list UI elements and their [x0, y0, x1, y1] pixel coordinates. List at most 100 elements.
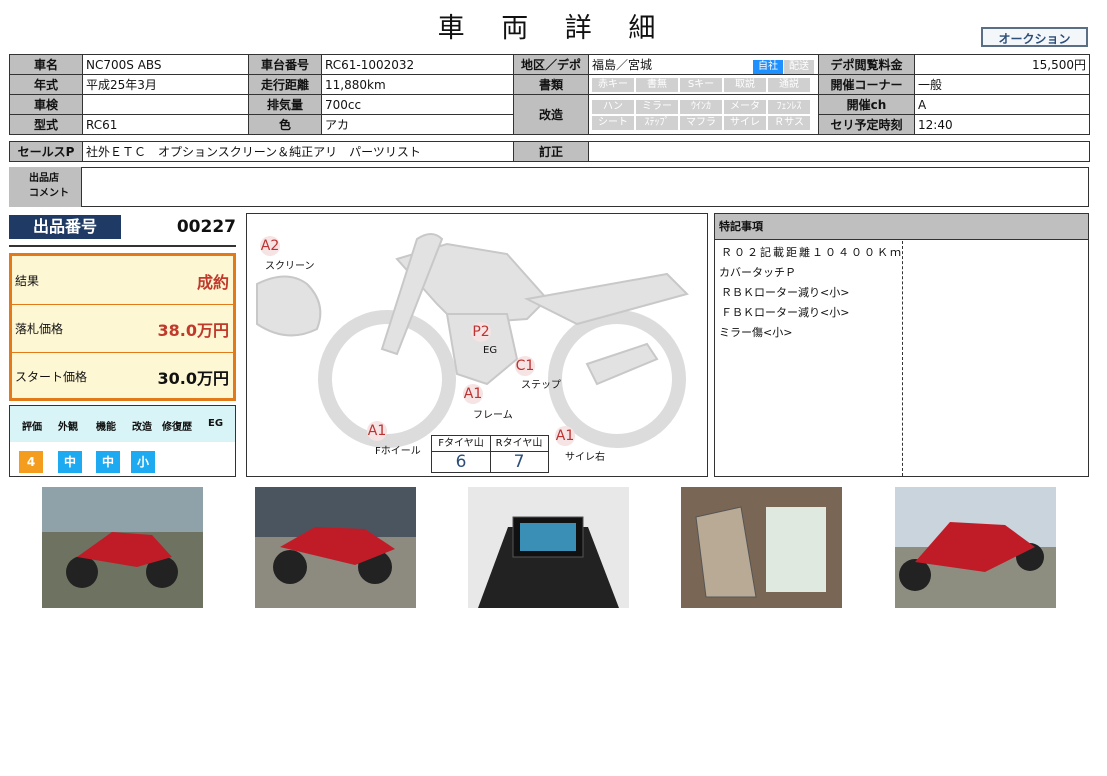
doc-badge: 通説 — [768, 77, 810, 92]
result-label: 結果 — [15, 274, 40, 288]
mods-label: 改造 — [513, 94, 589, 135]
damage-mark: A1 — [555, 426, 575, 446]
divider — [9, 245, 236, 247]
note-item: Ｒ０２記載距離１０４００Ｋｍ — [721, 246, 903, 259]
name-label: 車名 — [9, 54, 83, 75]
mileage-label: 走行距離 — [248, 74, 322, 95]
hammer-label: 落札価格 — [15, 322, 64, 336]
vehicle-photo[interactable] — [895, 487, 1056, 608]
evaluation-header: 評価 外観 機能 改造 修復歴 EG — [10, 406, 235, 442]
mod-badge: シート — [592, 115, 634, 130]
area-label: 地区／デポ — [513, 54, 589, 75]
evaluation-panel: 評価 外観 機能 改造 修復歴 EG 4 中 中 小 — [9, 405, 236, 477]
mod-badge: 小 — [131, 451, 155, 473]
sales-point-text: 社外ＥＴＣ オプションスクリーン＆純正アリ パーツリスト — [82, 141, 514, 162]
damage-label: スクリーン — [265, 261, 315, 272]
model-label: 型式 — [9, 114, 83, 135]
color-label: 色 — [248, 114, 322, 135]
damage-mark: C1 — [515, 356, 535, 376]
eval-header: 機能 — [96, 422, 116, 433]
lot-number-label: 出品番号 — [9, 215, 121, 239]
parts-photo[interactable] — [681, 487, 842, 608]
year-value: 平成25年3月 — [82, 74, 249, 95]
lot-number: 00227 — [176, 217, 236, 237]
mod-badge: ｳｲﾝｶ — [680, 99, 722, 114]
damage-mark: A2 — [260, 236, 280, 256]
channel-label: 開催ch — [818, 94, 915, 115]
spec-table: 車名 NC700S ABS 車台番号 RC61-1002032 地区／デポ 福島… — [9, 54, 1090, 135]
front-tire-label: Fタイヤ山 — [432, 436, 491, 452]
vehicle-photo[interactable] — [255, 487, 416, 608]
motorcycle-photo-icon — [42, 487, 203, 608]
sales-table: セールスP 社外ＥＴＣ オプションスクリーン＆純正アリ パーツリスト 訂正 — [9, 141, 1090, 162]
eval-header: EG — [208, 418, 224, 429]
displacement-label: 排気量 — [248, 94, 322, 115]
fee-value: 15,500円 — [914, 54, 1090, 75]
parts-photo-icon — [681, 487, 842, 608]
model-value: RC61 — [82, 114, 249, 135]
year-label: 年式 — [9, 74, 83, 95]
eval-header: 外観 — [58, 422, 78, 433]
mod-badge: メータ — [724, 99, 766, 114]
start-label: スタート価格 — [15, 370, 88, 384]
damage-label: EG — [483, 345, 498, 356]
eval-header: 修復歴 — [162, 422, 192, 433]
fee-label: デポ閲覧料金 — [818, 54, 915, 75]
mod-badge: ハン — [592, 99, 634, 114]
hammer-price: 38.0万円 — [157, 321, 229, 340]
corner-value: 一般 — [914, 74, 1090, 95]
note-item: ミラー傷<小> — [719, 326, 793, 339]
corner-label: 開催コーナー — [818, 74, 915, 95]
seller-comment-label: 出品店 コメント — [9, 167, 82, 207]
displacement-value: 700cc — [321, 94, 514, 115]
mod-badge: Ｒサス — [768, 115, 810, 130]
doc-badge: Sキー — [680, 77, 722, 92]
special-notes-panel: 特記事項 Ｒ０２記載距離１０４００Ｋｍ カバータッチＰ ＲＢＫローター減り<小>… — [714, 213, 1089, 477]
start-row: スタート価格 30.0万円 — [12, 352, 233, 400]
frame-label: 車台番号 — [248, 54, 322, 75]
mod-badge: ﾌｪﾝﾚｽ — [768, 99, 810, 114]
function-badge: 中 — [96, 451, 120, 473]
channel-value: A — [914, 94, 1090, 115]
rear-tire-label: Rタイヤ山 — [490, 436, 548, 452]
sales-point-label: セールスP — [9, 141, 83, 162]
mods-cell: ハン ミラー ｳｲﾝｶ メータ ﾌｪﾝﾚｽ シート ｽﾃｯﾌﾟ マフラ サイレ … — [588, 94, 819, 135]
exterior-badge: 中 — [58, 451, 82, 473]
dashboard-photo-icon — [468, 487, 629, 608]
damage-label: ステップ — [521, 380, 561, 391]
own-badge: 自社 — [753, 59, 783, 74]
inspection-label: 車検 — [9, 94, 83, 115]
hammer-row: 落札価格 38.0万円 — [12, 304, 233, 353]
result-value: 成約 — [196, 273, 229, 292]
vehicle-photo[interactable] — [42, 487, 203, 608]
doc-badge: 取説 — [724, 77, 766, 92]
area-cell: 福島／宮城 自社 配送 — [588, 54, 819, 75]
vehicle-name: NC700S ABS — [82, 54, 249, 75]
meter-photo[interactable] — [468, 487, 629, 608]
time-label: セリ予定時刻 — [818, 114, 915, 135]
time-value: 12:40 — [914, 114, 1090, 135]
result-panel: 結果 成約 落札価格 38.0万円 スタート価格 30.0万円 — [9, 253, 236, 401]
mod-badge: サイレ — [724, 115, 766, 130]
score-badge: 4 — [19, 451, 43, 473]
damage-mark: P2 — [471, 322, 491, 342]
damage-mark: A1 — [463, 384, 483, 404]
eval-header: 改造 — [132, 422, 152, 433]
doc-badge: 赤キー — [592, 77, 634, 92]
page-title: 車 両 詳 細 — [437, 13, 670, 44]
motorcycle-photo-icon — [255, 487, 416, 608]
auction-button[interactable]: オークション — [981, 27, 1088, 47]
start-price: 30.0万円 — [157, 369, 229, 388]
doc-badge: 書無 — [636, 77, 678, 92]
tire-tread-table: Fタイヤ山 Rタイヤ山 6 7 — [431, 435, 549, 473]
note-item: ＦＢＫローター減り<小> — [721, 306, 850, 319]
damage-label: Fホイール — [375, 446, 421, 457]
frame-number: RC61-1002032 — [321, 54, 514, 75]
delivery-badge: 配送 — [784, 59, 814, 74]
eval-header: 評価 — [22, 422, 42, 433]
damage-label: フレーム — [473, 410, 513, 421]
mod-badge: ｽﾃｯﾌﾟ — [636, 115, 678, 130]
mod-badge: ミラー — [636, 99, 678, 114]
seller-comment-box — [9, 167, 1089, 207]
note-item: カバータッチＰ — [719, 266, 796, 279]
